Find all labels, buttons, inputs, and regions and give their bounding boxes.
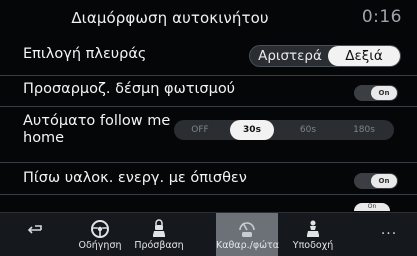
nav-tab-wipers-lights[interactable]: Καθαρ./φώτα xyxy=(216,213,280,256)
follow-me-option-30s[interactable]: 30s xyxy=(230,120,274,140)
follow-me-option-60s[interactable]: 60s xyxy=(286,120,330,140)
side-label: Επιλογή πλευράς xyxy=(23,46,147,62)
follow-me-selector: OFF 30s 60s 180s xyxy=(174,120,394,140)
rear-wiper-label: Πίσω υαλοκ. ενεργ. με όπισθεν xyxy=(23,170,247,186)
bottom-nav: Οδήγηση Πρόσβαση Καθαρ./φώτα Υποδοχή ··· xyxy=(0,212,417,256)
clock: 0:16 xyxy=(361,7,402,27)
settings-screen: Διαμόρφωση αυτοκινήτου 0:16 Επιλογή πλευ… xyxy=(0,0,417,256)
setting-row-side: Επιλογή πλευράς Αριστερά Δεξιά xyxy=(0,36,417,76)
side-selector: Αριστερά Δεξιά xyxy=(249,45,401,67)
headlight-toggle[interactable]: On xyxy=(354,85,398,101)
nav-tab-access-label: Πρόσβαση xyxy=(134,240,184,251)
wiper-lights-icon xyxy=(216,218,278,240)
person-car-icon xyxy=(285,218,341,240)
page-title: Διαμόρφωση αυτοκινήτου xyxy=(71,9,269,27)
setting-row-rear-wiper: Πίσω υαλοκ. ενεργ. με όπισθεν On xyxy=(0,163,417,195)
more-dots-icon: ··· xyxy=(380,226,398,242)
headlight-label: Προσαρμοζ. δέσμη φωτισμού xyxy=(23,81,236,97)
side-option-right[interactable]: Δεξιά xyxy=(328,46,400,66)
follow-me-option-180s[interactable]: 180s xyxy=(342,120,386,140)
nav-tab-welcome-label: Υποδοχή xyxy=(292,240,334,251)
rear-wiper-toggle-knob: On xyxy=(371,174,397,188)
follow-me-label-line1: Αυτόματο follow me xyxy=(23,113,171,129)
rear-wiper-toggle[interactable]: On xyxy=(354,173,398,189)
next-row-toggle[interactable]: On xyxy=(354,203,390,211)
nav-tab-wipers-lights-label: Καθαρ./φώτα xyxy=(216,240,280,251)
next-row-toggle-knob: On xyxy=(367,203,377,210)
follow-me-option-off[interactable]: OFF xyxy=(178,120,222,140)
side-option-left[interactable]: Αριστερά xyxy=(250,46,330,66)
header-bar: Διαμόρφωση αυτοκινήτου 0:16 xyxy=(0,0,417,36)
back-arrow-icon xyxy=(14,218,58,240)
follow-me-label-line2: home xyxy=(23,130,65,146)
nav-tab-access[interactable]: Πρόσβαση xyxy=(130,213,188,256)
headlight-toggle-knob: On xyxy=(371,86,397,100)
car-lock-icon xyxy=(130,218,188,240)
nav-tab-driving-label: Οδήγηση xyxy=(78,240,122,251)
nav-back-button[interactable] xyxy=(14,213,58,256)
steering-wheel-icon xyxy=(70,218,130,240)
nav-tab-welcome[interactable]: Υποδοχή xyxy=(285,213,341,256)
setting-row-follow-me: Αυτόματο follow me home OFF 30s 60s 180s xyxy=(0,107,417,163)
nav-tab-driving[interactable]: Οδήγηση xyxy=(70,213,130,256)
nav-more-button[interactable]: ··· xyxy=(372,213,406,256)
setting-row-headlight: Προσαρμοζ. δέσμη φωτισμού On xyxy=(0,76,417,107)
